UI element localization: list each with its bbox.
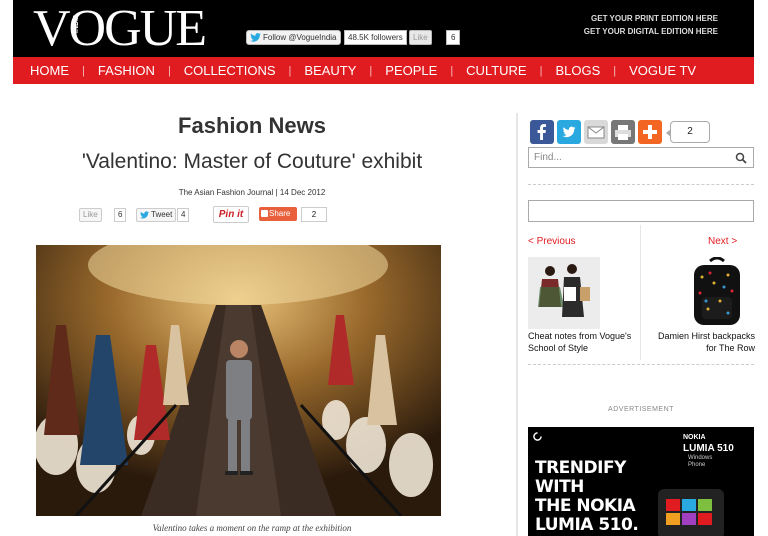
nav-collections[interactable]: COLLECTIONS <box>184 63 276 78</box>
article-like-count: 6 <box>114 208 127 222</box>
ad-line2: WITH <box>535 477 584 497</box>
next-link[interactable]: Next > <box>708 236 737 247</box>
share-button[interactable]: Share <box>259 207 297 221</box>
main-nav: HOME | FASHION | COLLECTIONS | BEAUTY | PEOP… <box>13 57 754 84</box>
share-count: 2 <box>301 207 327 222</box>
twitter-bird-icon <box>250 33 261 42</box>
ad-line3: THE NOKIA <box>535 496 636 516</box>
phone-image <box>658 489 724 536</box>
twitter-follow-button[interactable]: Follow @VogueIndia <box>246 30 341 45</box>
tweet-button[interactable]: Tweet <box>136 208 177 222</box>
twitter-bird-icon <box>140 211 149 219</box>
tweet-count: 4 <box>177 208 190 222</box>
facebook-share-icon[interactable] <box>530 120 554 144</box>
add-share-icon[interactable] <box>638 120 662 144</box>
like-button[interactable]: Like <box>409 30 432 45</box>
article-byline: The Asian Fashion Journal | 14 Dec 2012 <box>178 188 326 197</box>
like-count: 6 <box>446 30 461 45</box>
article-photo <box>36 245 441 516</box>
ad-brand: NOKIA LUMIA 510 <box>683 432 734 454</box>
vogue-logo[interactable]: VOGUE INDIA <box>33 1 207 57</box>
logo-text: VOGUE <box>33 0 207 57</box>
site-header: VOGUE INDIA Follow @VogueIndia 48.5K fol… <box>13 0 754 57</box>
share-label: Share <box>269 209 291 218</box>
divider <box>528 364 754 365</box>
nav-beauty[interactable]: BEAUTY <box>304 63 356 78</box>
pinterest-button[interactable]: Pin it <box>213 206 249 223</box>
search-placeholder: Find... <box>534 152 562 163</box>
nav-blogs[interactable]: BLOGS <box>555 63 600 78</box>
next-thumbnail[interactable] <box>680 257 754 329</box>
tweet-label: Tweet <box>151 210 173 219</box>
print-edition-link[interactable]: GET YOUR PRINT EDITION HERE <box>584 12 718 25</box>
follow-label: Follow @VogueIndia <box>263 33 337 42</box>
sidebar-share-count: 2 <box>666 121 710 143</box>
column-divider <box>516 113 518 536</box>
nokia-ad-banner[interactable]: NOKIA LUMIA 510 Windows Phone TRENDIFY W… <box>528 427 754 536</box>
previous-link[interactable]: < Previous <box>528 236 576 247</box>
digital-edition-link[interactable]: GET YOUR DIGITAL EDITION HERE <box>584 25 718 38</box>
ad-line1: TRENDIFY <box>535 458 626 478</box>
share-icon <box>261 210 268 217</box>
print-icon[interactable] <box>611 120 635 144</box>
ad-brand-line1: NOKIA <box>683 434 706 441</box>
previous-thumbnail[interactable] <box>528 257 600 329</box>
empty-input-box[interactable] <box>528 200 754 222</box>
email-share-icon[interactable] <box>584 120 608 144</box>
ad-choices-icon[interactable] <box>533 432 542 441</box>
nav-fashion[interactable]: FASHION <box>98 63 155 78</box>
previous-caption[interactable]: Cheat notes from Vogue's School of Style <box>528 330 643 354</box>
divider <box>528 184 754 185</box>
article-like-button[interactable]: Like <box>79 208 102 222</box>
photo-caption: Valentino takes a moment on the ramp at … <box>152 523 352 533</box>
next-caption[interactable]: Damien Hirst backpacks for The Row <box>645 330 755 354</box>
nav-culture[interactable]: CULTURE <box>466 63 526 78</box>
logo-sub: INDIA <box>73 13 80 33</box>
nav-people[interactable]: PEOPLE <box>385 63 437 78</box>
search-input[interactable]: Find... <box>528 147 754 168</box>
article-headline: 'Valentino: Master of Couture' exhibit <box>81 150 423 173</box>
nav-home[interactable]: HOME <box>30 63 69 78</box>
nav-vogue-tv[interactable]: VOGUE TV <box>629 63 696 78</box>
twitter-share-icon[interactable] <box>557 120 581 144</box>
ad-platform: Windows Phone <box>688 455 713 468</box>
section-title: Fashion News <box>178 113 326 138</box>
followers-count: 48.5K followers <box>344 30 407 45</box>
edition-links: GET YOUR PRINT EDITION HERE GET YOUR DIG… <box>584 12 718 38</box>
ad-brand-line2: LUMIA 510 <box>683 443 734 454</box>
search-icon[interactable] <box>735 152 747 164</box>
ad-line4: LUMIA 510. <box>535 515 639 535</box>
advertisement-label: ADVERTISEMENT <box>608 406 674 413</box>
